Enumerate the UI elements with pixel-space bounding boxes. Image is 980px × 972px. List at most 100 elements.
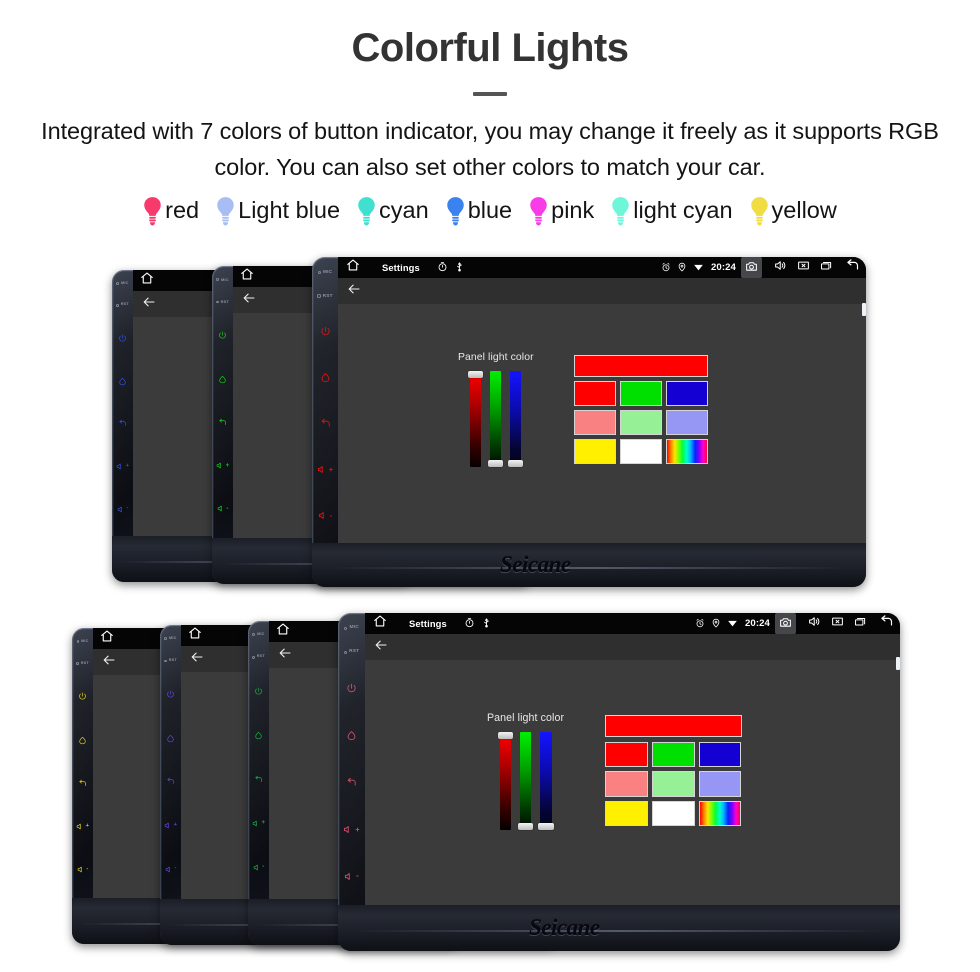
volume-down-button[interactable]: - bbox=[318, 510, 332, 521]
camera-icon[interactable] bbox=[775, 613, 796, 634]
color-swatch-0-2[interactable] bbox=[665, 381, 708, 406]
device-red[interactable]: MIC RST + - Settings 20:24 Panel light c… bbox=[312, 257, 866, 587]
r-channel-slider[interactable] bbox=[497, 732, 513, 831]
g-channel-slider[interactable] bbox=[517, 732, 534, 831]
color-swatch-1-1[interactable] bbox=[619, 410, 662, 435]
volume-down-button[interactable]: - bbox=[217, 504, 228, 513]
color-swatch-2-1[interactable] bbox=[619, 439, 662, 464]
app-bar-back-icon[interactable] bbox=[142, 295, 156, 314]
slider-thumb[interactable] bbox=[517, 822, 534, 831]
camera-icon[interactable] bbox=[741, 257, 762, 278]
home-button[interactable] bbox=[254, 731, 263, 740]
back-icon[interactable] bbox=[845, 258, 860, 278]
back-button[interactable] bbox=[78, 779, 87, 788]
color-swatch-1-2[interactable] bbox=[698, 771, 742, 797]
close-icon[interactable] bbox=[797, 259, 810, 277]
slider-thumb[interactable] bbox=[538, 822, 554, 831]
color-swatch-0-1[interactable] bbox=[619, 381, 662, 406]
home-button[interactable] bbox=[218, 375, 227, 384]
r-channel-slider[interactable] bbox=[468, 371, 484, 467]
device-pink[interactable]: MIC RST + - Settings 20:24 Panel light c… bbox=[338, 613, 900, 951]
home-button[interactable] bbox=[78, 736, 87, 745]
slider-thumb[interactable] bbox=[497, 732, 513, 740]
b-channel-slider[interactable] bbox=[508, 371, 524, 467]
color-swatch-2-2[interactable] bbox=[665, 439, 708, 464]
back-icon[interactable] bbox=[879, 614, 894, 634]
panel-light-color-picker: Panel light color bbox=[487, 712, 742, 831]
volume-up-button[interactable]: + bbox=[343, 824, 360, 835]
status-bar-title: Settings bbox=[382, 262, 420, 273]
volume-down-button[interactable]: - bbox=[344, 871, 359, 882]
power-button[interactable] bbox=[218, 331, 227, 340]
slider-thumb[interactable] bbox=[508, 460, 524, 467]
back-button[interactable] bbox=[118, 419, 127, 428]
home-button[interactable] bbox=[166, 734, 175, 743]
app-bar-back-icon[interactable] bbox=[278, 646, 292, 665]
volume-up-button[interactable]: + bbox=[252, 819, 265, 828]
volume-down-button[interactable]: - bbox=[117, 505, 128, 514]
back-button[interactable] bbox=[346, 777, 357, 788]
color-swatch-0-1[interactable] bbox=[651, 741, 695, 768]
volume-up-button[interactable]: + bbox=[216, 461, 229, 470]
home-icon[interactable] bbox=[100, 629, 114, 648]
back-button[interactable] bbox=[320, 418, 331, 429]
volume-up-button[interactable]: + bbox=[317, 464, 333, 475]
home-icon[interactable] bbox=[240, 267, 254, 286]
color-swatch-2-0[interactable] bbox=[573, 439, 616, 464]
color-swatch-1-2[interactable] bbox=[665, 410, 708, 435]
power-button[interactable] bbox=[78, 692, 87, 701]
touch-screen[interactable]: Settings 20:24 Panel light color bbox=[365, 613, 900, 905]
home-icon[interactable] bbox=[140, 271, 154, 290]
volume-down-button[interactable]: - bbox=[165, 865, 176, 874]
back-button[interactable] bbox=[254, 775, 263, 784]
volume-up-button[interactable]: + bbox=[164, 821, 177, 830]
power-button[interactable] bbox=[320, 326, 331, 337]
recents-icon[interactable] bbox=[820, 259, 833, 277]
usb-icon[interactable] bbox=[454, 259, 465, 277]
volume-down-button[interactable]: - bbox=[253, 863, 264, 872]
color-swatch-0-0[interactable] bbox=[604, 741, 648, 768]
volume-icon[interactable] bbox=[808, 615, 821, 633]
touch-screen[interactable]: Settings 20:24 Panel light color bbox=[338, 257, 866, 543]
timer-icon[interactable] bbox=[437, 259, 448, 277]
usb-icon[interactable] bbox=[481, 615, 492, 633]
home-icon[interactable] bbox=[188, 626, 202, 645]
swatch-row bbox=[573, 381, 708, 406]
home-icon[interactable] bbox=[276, 622, 290, 641]
volume-icon[interactable] bbox=[774, 259, 787, 277]
home-button[interactable] bbox=[346, 730, 357, 741]
color-swatch-0-2[interactable] bbox=[698, 741, 742, 768]
color-swatch-2-2[interactable] bbox=[698, 800, 742, 827]
color-swatch-1-1[interactable] bbox=[651, 771, 695, 797]
home-icon[interactable] bbox=[373, 614, 387, 633]
power-button[interactable] bbox=[118, 334, 127, 343]
color-swatch-1-0[interactable] bbox=[604, 771, 648, 797]
app-bar-back-icon[interactable] bbox=[242, 291, 256, 310]
volume-up-button[interactable]: + bbox=[76, 822, 89, 831]
recents-icon[interactable] bbox=[854, 615, 867, 633]
b-channel-slider[interactable] bbox=[538, 732, 554, 831]
color-swatch-2-1[interactable] bbox=[651, 800, 695, 827]
back-button[interactable] bbox=[166, 777, 175, 786]
color-swatch-1-0[interactable] bbox=[573, 410, 616, 435]
home-button[interactable] bbox=[320, 372, 331, 383]
home-button[interactable] bbox=[118, 377, 127, 386]
volume-down-button[interactable]: - bbox=[77, 865, 88, 874]
power-button[interactable] bbox=[166, 690, 175, 699]
app-bar-back-icon[interactable] bbox=[374, 638, 388, 657]
slider-thumb[interactable] bbox=[468, 371, 484, 378]
power-button[interactable] bbox=[346, 683, 357, 694]
app-bar-back-icon[interactable] bbox=[190, 650, 204, 669]
close-icon[interactable] bbox=[831, 615, 844, 633]
g-channel-slider[interactable] bbox=[488, 371, 504, 467]
app-bar-back-icon[interactable] bbox=[102, 653, 116, 672]
power-button[interactable] bbox=[254, 687, 263, 696]
app-bar-back-icon[interactable] bbox=[347, 282, 361, 301]
slider-thumb[interactable] bbox=[488, 460, 504, 467]
color-swatch-0-0[interactable] bbox=[573, 381, 616, 406]
home-icon[interactable] bbox=[346, 258, 360, 277]
back-button[interactable] bbox=[218, 418, 227, 427]
timer-icon[interactable] bbox=[464, 615, 475, 633]
color-swatch-2-0[interactable] bbox=[604, 800, 648, 827]
volume-up-button[interactable]: + bbox=[116, 462, 129, 471]
